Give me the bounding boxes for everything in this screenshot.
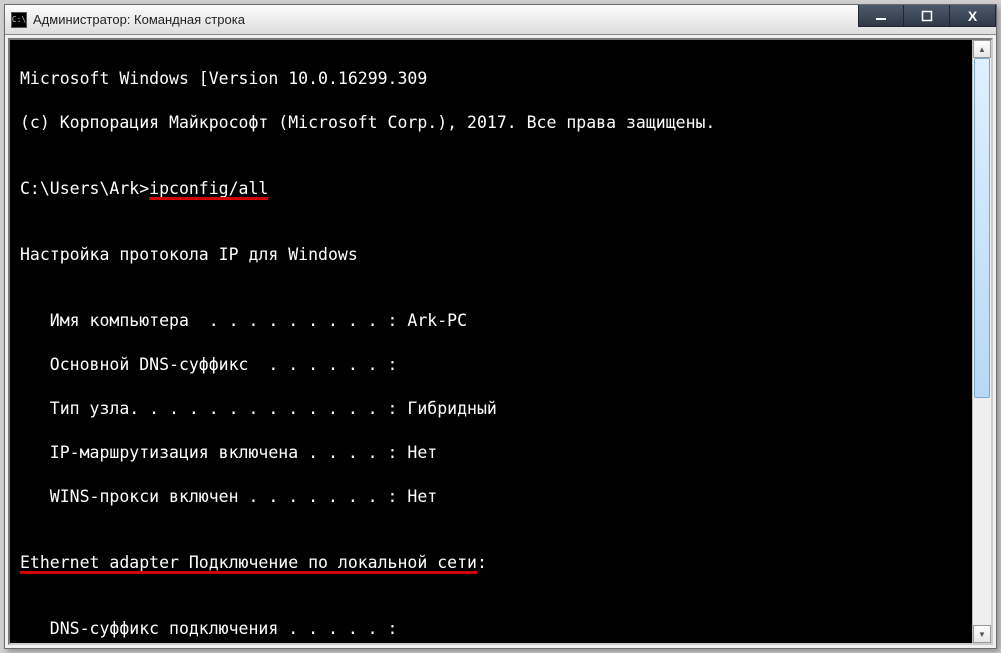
output-line: Microsoft Windows [Version 10.0.16299.30… bbox=[20, 68, 966, 90]
app-icon: C:\ bbox=[11, 12, 27, 28]
title-bar[interactable]: C:\ Администратор: Командная строка X bbox=[5, 5, 996, 35]
adapter-header: Ethernet adapter Подключение по локально… bbox=[20, 552, 966, 574]
output-line: (c) Корпорация Майкрософт (Microsoft Cor… bbox=[20, 112, 966, 134]
window-buttons: X bbox=[858, 5, 996, 27]
maximize-icon bbox=[921, 10, 933, 22]
cmd-window: C:\ Администратор: Командная строка X Mi… bbox=[4, 4, 997, 649]
maximize-button[interactable] bbox=[904, 5, 950, 27]
terminal-output[interactable]: Microsoft Windows [Version 10.0.16299.30… bbox=[10, 40, 972, 643]
minimize-button[interactable] bbox=[858, 5, 904, 27]
window-title: Администратор: Командная строка bbox=[33, 12, 245, 27]
output-line: DNS-суффикс подключения . . . . . : bbox=[20, 618, 966, 640]
client-area: Microsoft Windows [Version 10.0.16299.30… bbox=[8, 38, 993, 645]
output-line: WINS-прокси включен . . . . . . . : Нет bbox=[20, 486, 966, 508]
vertical-scrollbar[interactable]: ▲ ▼ bbox=[972, 40, 991, 643]
prompt-line: C:\Users\Ark>ipconfig/all bbox=[20, 178, 966, 200]
scroll-thumb[interactable] bbox=[974, 58, 990, 398]
scroll-up-button[interactable]: ▲ bbox=[973, 40, 991, 58]
scroll-down-button[interactable]: ▼ bbox=[973, 625, 991, 643]
output-line: Имя компьютера . . . . . . . . . : Ark-P… bbox=[20, 310, 966, 332]
version-text: 10.0.16299.309 bbox=[288, 69, 427, 88]
output-line: Основной DNS-суффикс . . . . . . : bbox=[20, 354, 966, 376]
scroll-track[interactable] bbox=[973, 58, 991, 625]
minimize-icon bbox=[875, 10, 887, 22]
output-line: IP-маршрутизация включена . . . . : Нет bbox=[20, 442, 966, 464]
close-icon: X bbox=[968, 8, 977, 24]
close-button[interactable]: X bbox=[950, 5, 996, 27]
command-text: ipconfig/all bbox=[149, 179, 268, 198]
output-line: Настройка протокола IP для Windows bbox=[20, 244, 966, 266]
output-line: Тип узла. . . . . . . . . . . . . : Гибр… bbox=[20, 398, 966, 420]
